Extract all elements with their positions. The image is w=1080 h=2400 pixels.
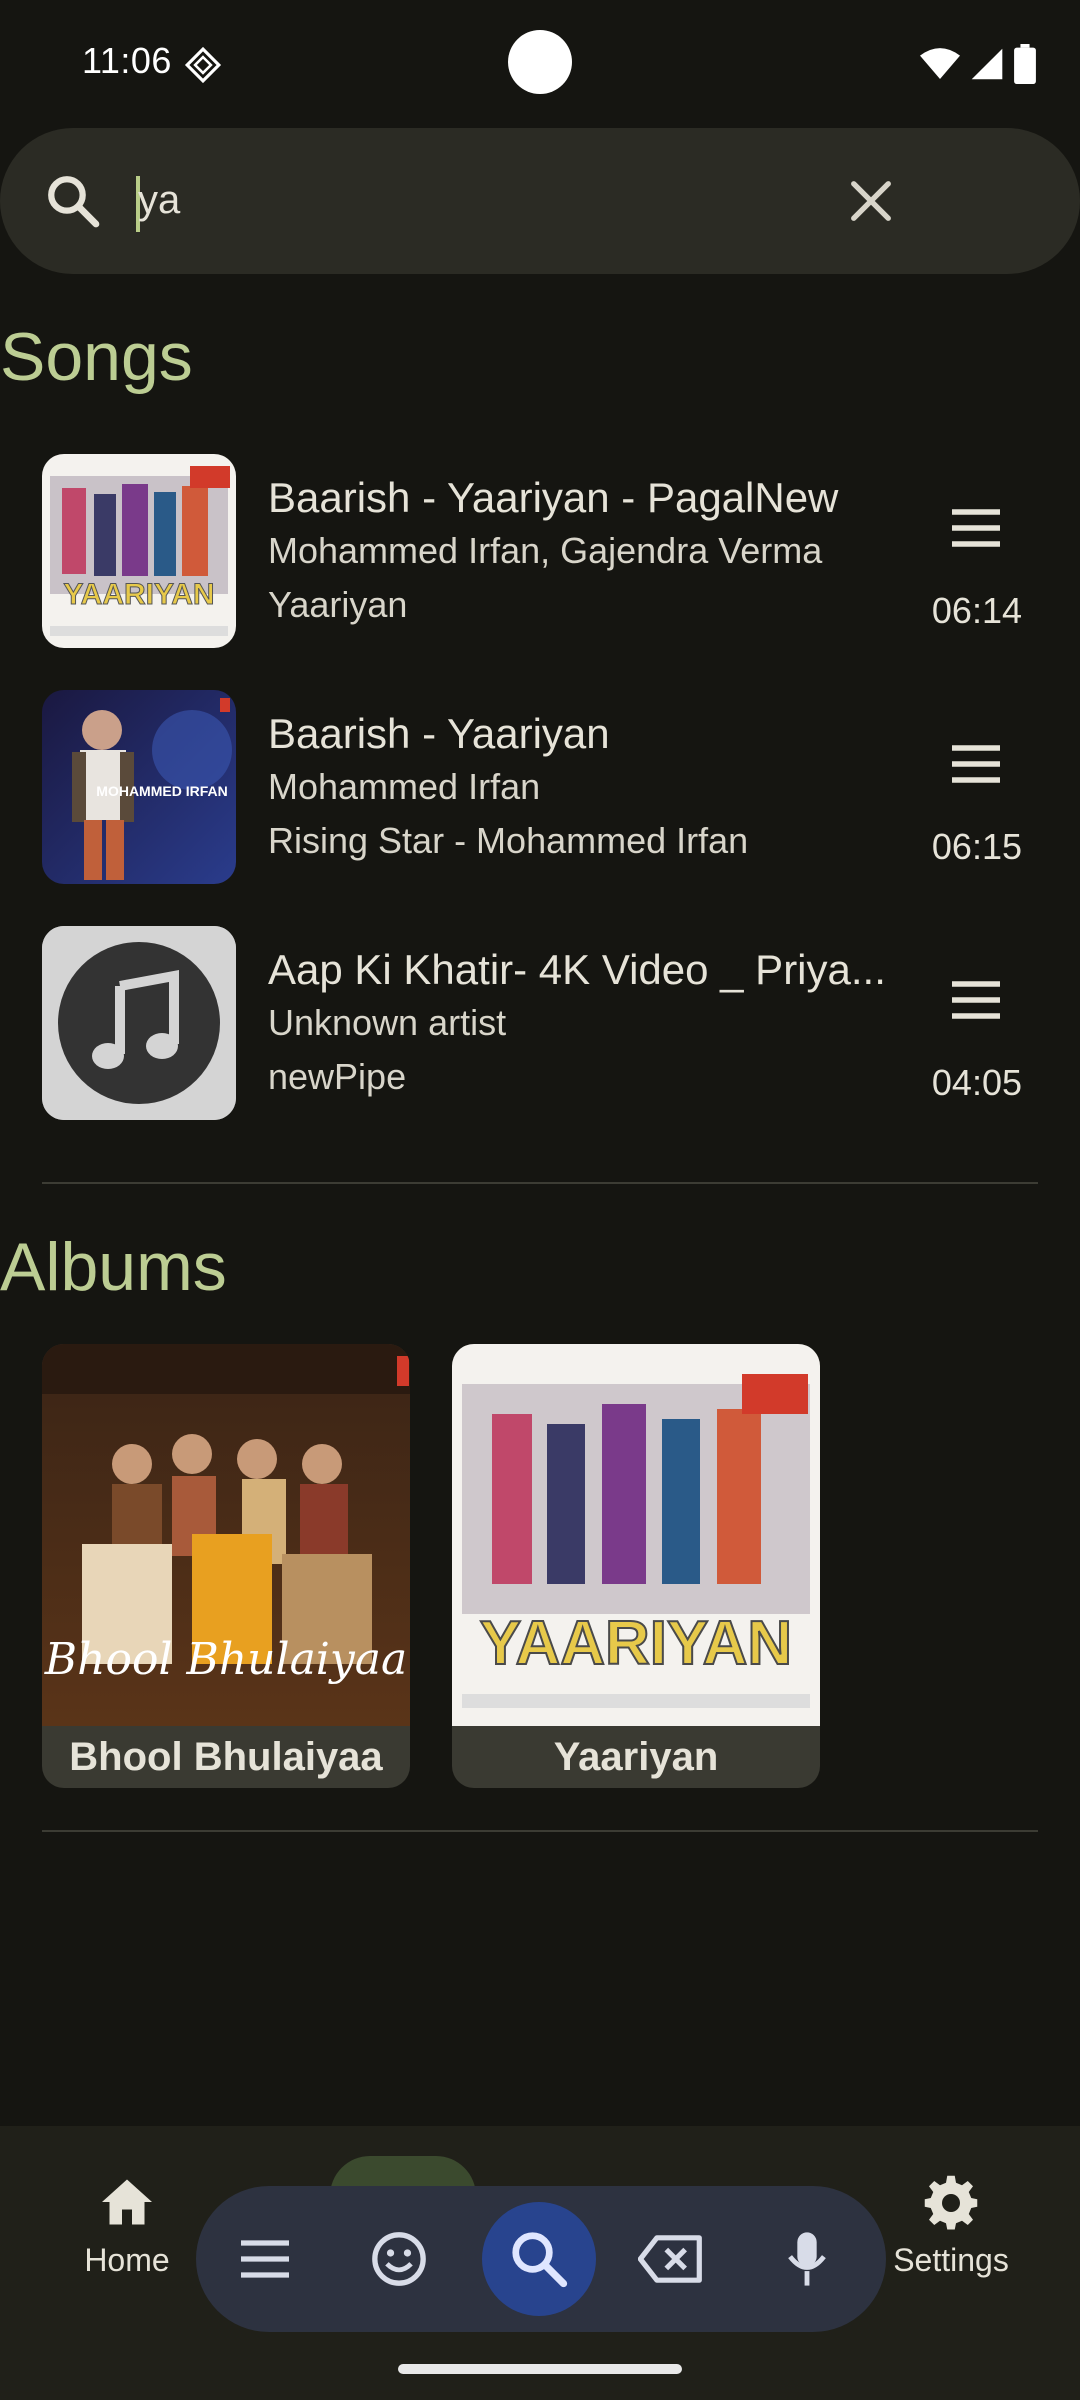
song-item[interactable]: YAARIYAN Baarish - Yaariyan - PagalNew M… bbox=[0, 454, 1080, 654]
song-title: Baarish - Yaariyan bbox=[268, 710, 610, 757]
close-icon[interactable] bbox=[848, 178, 894, 224]
backspace-button[interactable] bbox=[628, 2216, 714, 2302]
gear-icon bbox=[924, 2175, 978, 2230]
svg-text:YAARIYAN: YAARIYAN bbox=[480, 1609, 792, 1678]
search-bar[interactable]: ya bbox=[0, 128, 1080, 274]
wifi-icon bbox=[920, 48, 960, 79]
song-duration: 06:14 bbox=[931, 590, 1022, 631]
nav-label: Settings bbox=[893, 2242, 1009, 2278]
search-icon bbox=[512, 2232, 568, 2288]
backspace-icon bbox=[638, 2235, 702, 2283]
album-cover: Bhool Bhulaiyaa bbox=[42, 1344, 410, 1726]
song-artist: Mohammed Irfan bbox=[268, 766, 541, 807]
song-artwork: MOHAMMED IRFAN bbox=[42, 690, 236, 884]
albums-section-title: Albums bbox=[0, 1229, 227, 1305]
nav-item-settings[interactable]: Settings bbox=[876, 2172, 1026, 2279]
keyboard-toolbar bbox=[196, 2186, 886, 2332]
status-icons bbox=[920, 44, 1036, 84]
status-time: 11:06 bbox=[82, 40, 172, 81]
emoji-icon bbox=[372, 2232, 426, 2286]
album-card[interactable]: Bhool Bhulaiyaa Bhool Bhulaiyaa bbox=[42, 1344, 410, 1788]
song-duration: 06:15 bbox=[931, 826, 1022, 867]
mic-button[interactable] bbox=[764, 2216, 850, 2302]
mic-icon bbox=[788, 2232, 826, 2286]
album-name: Yaariyan bbox=[553, 1735, 719, 1779]
section-divider bbox=[42, 1830, 1038, 1832]
song-title: Aap Ki Khatir- 4K Video _ Priya... bbox=[268, 946, 886, 993]
nav-label: Home bbox=[84, 2242, 170, 2278]
status-bar: 11:06 bbox=[0, 0, 1080, 125]
menu-icon bbox=[241, 2240, 289, 2278]
drag-handle-icon[interactable] bbox=[948, 506, 1004, 550]
search-screen: 11:06 ya Songs YAARIYAN Baarish - Yaariy… bbox=[0, 0, 1080, 2400]
song-album: Yaariyan bbox=[268, 584, 408, 625]
svg-text:YAARIYAN: YAARIYAN bbox=[63, 578, 214, 611]
song-item[interactable]: Aap Ki Khatir- 4K Video _ Priya... Unkno… bbox=[0, 926, 1080, 1126]
song-artist: Unknown artist bbox=[268, 1002, 507, 1043]
sim-diamond-icon bbox=[184, 46, 222, 84]
camera-cutout bbox=[508, 30, 572, 94]
album-card[interactable]: YAARIYAN Yaariyan bbox=[452, 1344, 820, 1788]
home-icon bbox=[102, 2179, 152, 2225]
nav-item-home[interactable]: Home bbox=[52, 2172, 202, 2279]
drag-handle-icon[interactable] bbox=[948, 742, 1004, 786]
song-artwork bbox=[42, 926, 236, 1120]
gesture-bar bbox=[398, 2364, 682, 2374]
svg-text:Bhool Bhulaiyaa: Bhool Bhulaiyaa bbox=[44, 1634, 407, 1685]
song-duration: 04:05 bbox=[931, 1062, 1022, 1103]
svg-text:MOHAMMED IRFAN: MOHAMMED IRFAN bbox=[96, 783, 227, 799]
song-artwork: YAARIYAN bbox=[42, 454, 236, 648]
drag-handle-icon[interactable] bbox=[948, 978, 1004, 1022]
song-item[interactable]: MOHAMMED IRFAN Baarish - Yaariyan Mohamm… bbox=[0, 690, 1080, 890]
song-album: newPipe bbox=[268, 1056, 407, 1097]
song-artist: Mohammed Irfan, Gajendra Verma bbox=[268, 530, 823, 571]
section-divider bbox=[42, 1182, 1038, 1184]
keyboard-search-button[interactable] bbox=[482, 2202, 596, 2316]
song-album: Rising Star - Mohammed Irfan bbox=[268, 820, 749, 861]
song-title: Baarish - Yaariyan - PagalNew bbox=[268, 474, 839, 521]
signal-icon bbox=[971, 48, 1003, 80]
menu-button[interactable] bbox=[222, 2216, 308, 2302]
search-icon bbox=[48, 176, 100, 228]
emoji-button[interactable] bbox=[356, 2216, 442, 2302]
battery-icon bbox=[1014, 44, 1036, 84]
album-name: Bhool Bhulaiyaa bbox=[69, 1735, 383, 1779]
songs-section-title: Songs bbox=[0, 319, 193, 395]
album-cover: YAARIYAN bbox=[452, 1344, 820, 1726]
search-input[interactable]: ya bbox=[138, 172, 180, 228]
